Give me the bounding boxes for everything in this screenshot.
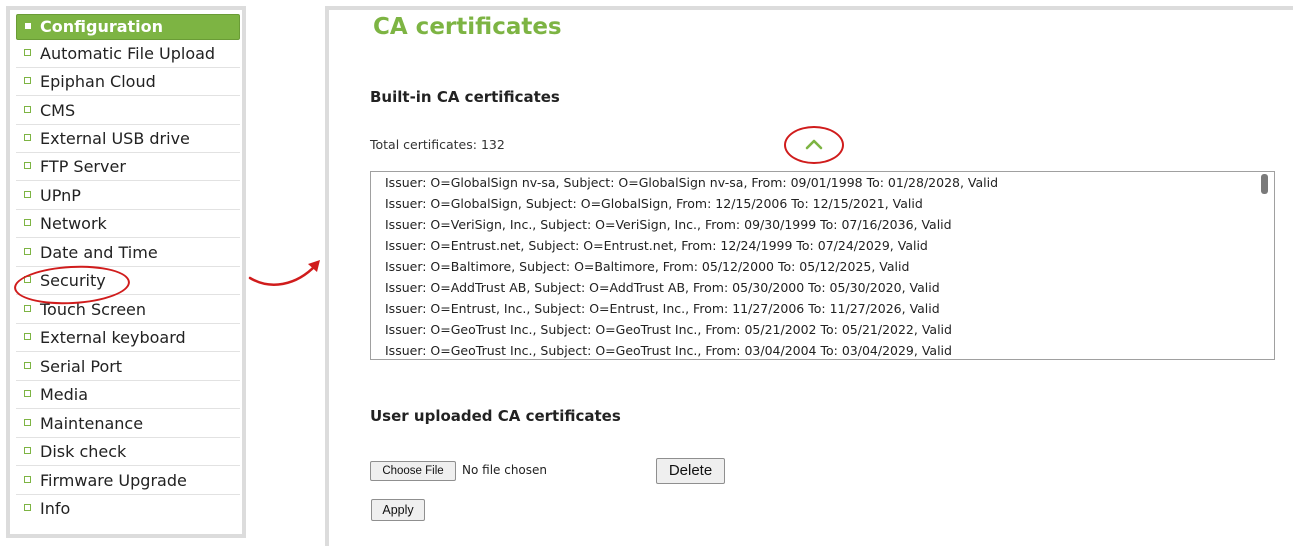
square-bullet-icon [24, 447, 31, 454]
square-bullet-icon [24, 219, 31, 226]
sidebar-item-network[interactable]: Network [16, 210, 240, 238]
choose-file-button[interactable]: Choose File [370, 461, 456, 481]
square-bullet-icon [25, 22, 31, 29]
sidebar-item-label: Epiphan Cloud [40, 72, 156, 91]
sidebar-item-external-keyboard[interactable]: External keyboard [16, 324, 240, 352]
sidebar-item-label: Serial Port [40, 357, 123, 376]
square-bullet-icon [24, 191, 31, 198]
certificate-row[interactable]: Issuer: O=GeoTrust Inc., Subject: O=GeoT… [371, 319, 1274, 340]
builtin-ca-heading: Built-in CA certificates [370, 88, 560, 106]
list-scrollbar-thumb[interactable] [1261, 174, 1268, 194]
sidebar-item-label: Maintenance [40, 414, 144, 433]
sidebar-item-maintenance[interactable]: Maintenance [16, 410, 240, 438]
sidebar-item-label: Firmware Upgrade [40, 471, 187, 490]
sidebar-item-label: External keyboard [40, 328, 186, 347]
user-uploaded-ca-heading: User uploaded CA certificates [370, 407, 621, 425]
square-bullet-icon [24, 333, 31, 340]
square-bullet-icon [24, 248, 31, 255]
sidebar-item-label: UPnP [40, 186, 81, 205]
apply-button[interactable]: Apply [371, 499, 425, 521]
certificate-row[interactable]: Issuer: O=GlobalSign, Subject: O=GlobalS… [371, 193, 1274, 214]
sidebar-item-label: Automatic File Upload [40, 44, 216, 63]
square-bullet-icon [24, 476, 31, 483]
square-bullet-icon [24, 390, 31, 397]
certificate-row[interactable]: Issuer: O=GlobalSign nv-sa, Subject: O=G… [371, 172, 1274, 193]
square-bullet-icon [24, 106, 31, 113]
square-bullet-icon [24, 77, 31, 84]
chevron-up-icon[interactable] [804, 137, 824, 151]
sidebar-item-automatic-file-upload[interactable]: Automatic File Upload [16, 40, 240, 68]
sidebar-item-label: FTP Server [40, 157, 126, 176]
square-bullet-icon [24, 504, 31, 511]
sidebar-item-label: Media [40, 385, 89, 404]
sidebar-item-firmware-upgrade[interactable]: Firmware Upgrade [16, 467, 240, 495]
square-bullet-icon [24, 419, 31, 426]
delete-button[interactable]: Delete [656, 458, 725, 484]
certificate-row[interactable]: Issuer: O=Entrust, Inc., Subject: O=Entr… [371, 298, 1274, 319]
certificate-row[interactable]: Issuer: O=AddTrust AB, Subject: O=AddTru… [371, 277, 1274, 298]
curved-arrow-icon [248, 260, 320, 286]
certificate-row[interactable]: Issuer: O=Entrust.net, Subject: O=Entrus… [371, 235, 1274, 256]
square-bullet-icon [24, 362, 31, 369]
sidebar-item-label: Disk check [40, 442, 127, 461]
sidebar-header-configuration[interactable]: Configuration [16, 14, 240, 40]
sidebar-item-label: Info [40, 499, 71, 518]
square-bullet-icon [24, 49, 31, 56]
sidebar-item-external-usb-drive[interactable]: External USB drive [16, 125, 240, 153]
sidebar-item-disk-check[interactable]: Disk check [16, 438, 240, 466]
sidebar-item-epiphan-cloud[interactable]: Epiphan Cloud [16, 68, 240, 96]
certificate-row[interactable]: Issuer: O=GeoTrust Inc., Subject: O=GeoT… [371, 340, 1274, 359]
sidebar-item-upnp[interactable]: UPnP [16, 182, 240, 210]
square-bullet-icon [24, 162, 31, 169]
sidebar-item-label: External USB drive [40, 129, 190, 148]
sidebar-item-serial-port[interactable]: Serial Port [16, 353, 240, 381]
certificate-row[interactable]: Issuer: O=Baltimore, Subject: O=Baltimor… [371, 256, 1274, 277]
square-bullet-icon [24, 305, 31, 312]
page-title: CA certificates [373, 14, 562, 40]
sidebar-item-label: Network [40, 214, 107, 233]
sidebar-item-ftp-server[interactable]: FTP Server [16, 153, 240, 181]
sidebar-item-label: Date and Time [40, 243, 158, 262]
certificate-row[interactable]: Issuer: O=VeriSign, Inc., Subject: O=Ver… [371, 214, 1274, 235]
sidebar-item-date-and-time[interactable]: Date and Time [16, 239, 240, 267]
sidebar-item-media[interactable]: Media [16, 381, 240, 409]
builtin-certificates-list[interactable]: Issuer: O=GlobalSign nv-sa, Subject: O=G… [370, 171, 1275, 360]
sidebar-header-label: Configuration [40, 17, 164, 36]
total-certificates-label: Total certificates: 132 [370, 137, 505, 152]
square-bullet-icon [24, 134, 31, 141]
sidebar-item-info[interactable]: Info [16, 495, 240, 523]
sidebar-item-cms[interactable]: CMS [16, 97, 240, 125]
sidebar-item-label: CMS [40, 101, 76, 120]
no-file-chosen-label: No file chosen [462, 463, 548, 477]
